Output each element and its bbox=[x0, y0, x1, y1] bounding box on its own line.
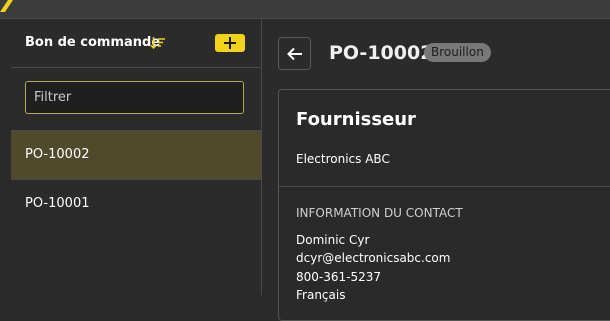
contact-email: dcyr@electronicsabc.com bbox=[296, 251, 451, 265]
order-detail-panel: PO-10002 Brouillon Fournisseur Electroni… bbox=[262, 19, 610, 321]
supplier-heading: Fournisseur bbox=[296, 109, 416, 130]
contact-language: Français bbox=[296, 288, 346, 302]
arrow-left-icon bbox=[287, 47, 302, 61]
back-button[interactable] bbox=[278, 37, 311, 70]
sidebar-title: Bon de commande bbox=[25, 35, 161, 50]
plus-icon bbox=[224, 37, 236, 49]
contact-heading: INFORMATION DU CONTACT bbox=[296, 206, 463, 220]
status-badge: Brouillon bbox=[424, 43, 491, 62]
supplier-name: Electronics ABC bbox=[296, 152, 390, 166]
list-item-label: PO-10002 bbox=[25, 147, 90, 162]
add-order-button[interactable] bbox=[215, 34, 245, 52]
card-divider bbox=[279, 186, 610, 187]
page-title: PO-10002 bbox=[329, 42, 434, 64]
contact-name: Dominic Cyr bbox=[296, 233, 370, 247]
sidebar-header: Bon de commande bbox=[11, 19, 261, 68]
supplier-card: Fournisseur Electronics ABC INFORMATION … bbox=[278, 89, 610, 321]
filter-input[interactable] bbox=[25, 81, 244, 114]
list-item-po-10001[interactable]: PO-10001 bbox=[11, 180, 261, 230]
list-item-label: PO-10001 bbox=[25, 196, 90, 211]
list-item-po-10002[interactable]: PO-10002 bbox=[11, 130, 261, 180]
window-top-bar bbox=[0, 0, 610, 19]
sort-icon[interactable] bbox=[150, 36, 166, 50]
purchase-order-sidebar: Bon de commande PO-10002 PO-10001 bbox=[11, 19, 262, 295]
brand-mark-icon bbox=[0, 0, 13, 12]
contact-phone: 800-361-5237 bbox=[296, 270, 382, 284]
